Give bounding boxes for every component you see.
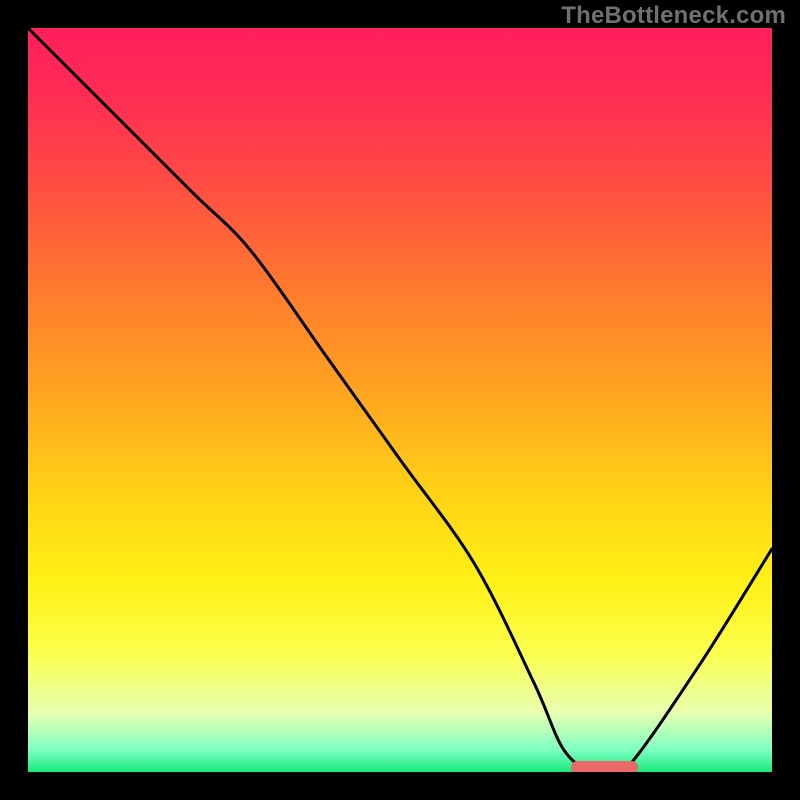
plot-area (28, 28, 772, 772)
chart-container: TheBottleneck.com (0, 0, 800, 800)
watermark-text: TheBottleneck.com (561, 2, 786, 30)
